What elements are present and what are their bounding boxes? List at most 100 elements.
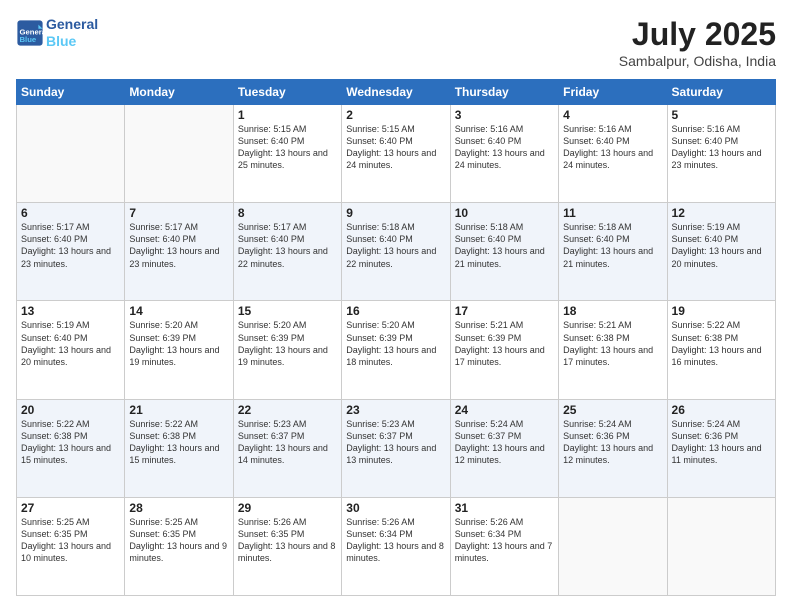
calendar-cell: 12Sunrise: 5:19 AM Sunset: 6:40 PM Dayli…	[667, 203, 775, 301]
day-number: 16	[346, 304, 445, 318]
day-info: Sunrise: 5:16 AM Sunset: 6:40 PM Dayligh…	[563, 123, 662, 172]
logo-text-blue: Blue	[46, 33, 98, 50]
day-number: 20	[21, 403, 120, 417]
week-row-4: 20 Sunrise: 5:22 AM Sunset: 6:38 PM Dayli…	[17, 399, 776, 497]
week-row-3: 13Sunrise: 5:19 AM Sunset: 6:40 PM Dayli…	[17, 301, 776, 399]
day-number: 10	[455, 206, 554, 220]
calendar-cell: 27Sunrise: 5:25 AM Sunset: 6:35 PM Dayli…	[17, 497, 125, 595]
calendar-header-row: SundayMondayTuesdayWednesdayThursdayFrid…	[17, 80, 776, 105]
calendar-cell: 22Sunrise: 5:23 AM Sunset: 6:37 PM Dayli…	[233, 399, 341, 497]
logo-icon: General Blue	[16, 19, 44, 47]
day-number: 2	[346, 108, 445, 122]
day-number: 4	[563, 108, 662, 122]
header-day-saturday: Saturday	[667, 80, 775, 105]
week-row-1: 1Sunrise: 5:15 AM Sunset: 6:40 PM Daylig…	[17, 105, 776, 203]
title-section: July 2025 Sambalpur, Odisha, India	[619, 16, 776, 69]
calendar-table: SundayMondayTuesdayWednesdayThursdayFrid…	[16, 79, 776, 596]
day-info: Sunrise: 5:26 AM Sunset: 6:34 PM Dayligh…	[455, 516, 554, 565]
calendar-cell: 18Sunrise: 5:21 AM Sunset: 6:38 PM Dayli…	[559, 301, 667, 399]
calendar-cell: 15Sunrise: 5:20 AM Sunset: 6:39 PM Dayli…	[233, 301, 341, 399]
day-number: 19	[672, 304, 771, 318]
calendar-cell: 4Sunrise: 5:16 AM Sunset: 6:40 PM Daylig…	[559, 105, 667, 203]
header-day-monday: Monday	[125, 80, 233, 105]
day-info: Sunrise: 5:26 AM Sunset: 6:35 PM Dayligh…	[238, 516, 337, 565]
calendar-cell: 19Sunrise: 5:22 AM Sunset: 6:38 PM Dayli…	[667, 301, 775, 399]
day-info: Sunrise: 5:25 AM Sunset: 6:35 PM Dayligh…	[21, 516, 120, 565]
day-info: Sunrise: 5:17 AM Sunset: 6:40 PM Dayligh…	[21, 221, 120, 270]
week-row-2: 6Sunrise: 5:17 AM Sunset: 6:40 PM Daylig…	[17, 203, 776, 301]
day-number: 26	[672, 403, 771, 417]
day-info: Sunrise: 5:15 AM Sunset: 6:40 PM Dayligh…	[346, 123, 445, 172]
day-number: 29	[238, 501, 337, 515]
calendar-cell: 6Sunrise: 5:17 AM Sunset: 6:40 PM Daylig…	[17, 203, 125, 301]
day-info: Sunrise: 5:17 AM Sunset: 6:40 PM Dayligh…	[129, 221, 228, 270]
header-day-tuesday: Tuesday	[233, 80, 341, 105]
calendar-cell: 29Sunrise: 5:26 AM Sunset: 6:35 PM Dayli…	[233, 497, 341, 595]
day-info: Sunrise: 5:24 AM Sunset: 6:36 PM Dayligh…	[563, 418, 662, 467]
calendar-cell	[17, 105, 125, 203]
day-info: Sunrise: 5:19 AM Sunset: 6:40 PM Dayligh…	[672, 221, 771, 270]
svg-text:Blue: Blue	[20, 35, 37, 44]
calendar-cell: 21Sunrise: 5:22 AM Sunset: 6:38 PM Dayli…	[125, 399, 233, 497]
header: General Blue General Blue July 2025 Samb…	[16, 16, 776, 69]
header-day-sunday: Sunday	[17, 80, 125, 105]
calendar-cell: 3Sunrise: 5:16 AM Sunset: 6:40 PM Daylig…	[450, 105, 558, 203]
day-info: Sunrise: 5:25 AM Sunset: 6:35 PM Dayligh…	[129, 516, 228, 565]
day-info: Sunrise: 5:15 AM Sunset: 6:40 PM Dayligh…	[238, 123, 337, 172]
calendar-cell: 24Sunrise: 5:24 AM Sunset: 6:37 PM Dayli…	[450, 399, 558, 497]
calendar-cell: 31Sunrise: 5:26 AM Sunset: 6:34 PM Dayli…	[450, 497, 558, 595]
header-day-thursday: Thursday	[450, 80, 558, 105]
day-number: 8	[238, 206, 337, 220]
day-number: 23	[346, 403, 445, 417]
day-info: Sunrise: 5:18 AM Sunset: 6:40 PM Dayligh…	[346, 221, 445, 270]
day-number: 24	[455, 403, 554, 417]
calendar-cell: 10Sunrise: 5:18 AM Sunset: 6:40 PM Dayli…	[450, 203, 558, 301]
day-number: 15	[238, 304, 337, 318]
day-info: Sunrise: 5:21 AM Sunset: 6:38 PM Dayligh…	[563, 319, 662, 368]
calendar-cell: 16Sunrise: 5:20 AM Sunset: 6:39 PM Dayli…	[342, 301, 450, 399]
day-info: Sunrise: 5:21 AM Sunset: 6:39 PM Dayligh…	[455, 319, 554, 368]
day-number: 30	[346, 501, 445, 515]
day-info: Sunrise: 5:18 AM Sunset: 6:40 PM Dayligh…	[455, 221, 554, 270]
day-number: 31	[455, 501, 554, 515]
logo: General Blue General Blue	[16, 16, 98, 50]
day-info: Sunrise: 5:24 AM Sunset: 6:36 PM Dayligh…	[672, 418, 771, 467]
calendar-cell: 28Sunrise: 5:25 AM Sunset: 6:35 PM Dayli…	[125, 497, 233, 595]
calendar-cell: 5Sunrise: 5:16 AM Sunset: 6:40 PM Daylig…	[667, 105, 775, 203]
day-info: Sunrise: 5:16 AM Sunset: 6:40 PM Dayligh…	[672, 123, 771, 172]
day-number: 3	[455, 108, 554, 122]
calendar-cell: 9Sunrise: 5:18 AM Sunset: 6:40 PM Daylig…	[342, 203, 450, 301]
calendar-cell: 8Sunrise: 5:17 AM Sunset: 6:40 PM Daylig…	[233, 203, 341, 301]
day-info: Sunrise: 5:22 AM Sunset: 6:38 PM Dayligh…	[672, 319, 771, 368]
day-info: Sunrise: 5:26 AM Sunset: 6:34 PM Dayligh…	[346, 516, 445, 565]
day-info: Sunrise: 5:20 AM Sunset: 6:39 PM Dayligh…	[238, 319, 337, 368]
day-number: 18	[563, 304, 662, 318]
day-info: Sunrise: 5:23 AM Sunset: 6:37 PM Dayligh…	[238, 418, 337, 467]
day-number: 7	[129, 206, 228, 220]
day-number: 9	[346, 206, 445, 220]
day-info: Sunrise: 5:23 AM Sunset: 6:37 PM Dayligh…	[346, 418, 445, 467]
page: General Blue General Blue July 2025 Samb…	[0, 0, 792, 612]
calendar-cell: 26Sunrise: 5:24 AM Sunset: 6:36 PM Dayli…	[667, 399, 775, 497]
day-number: 5	[672, 108, 771, 122]
day-info: Sunrise: 5:19 AM Sunset: 6:40 PM Dayligh…	[21, 319, 120, 368]
day-number: 22	[238, 403, 337, 417]
calendar-cell: 20Sunrise: 5:22 AM Sunset: 6:38 PM Dayli…	[17, 399, 125, 497]
day-info: Sunrise: 5:22 AM Sunset: 6:38 PM Dayligh…	[129, 418, 228, 467]
header-day-wednesday: Wednesday	[342, 80, 450, 105]
week-row-5: 27Sunrise: 5:25 AM Sunset: 6:35 PM Dayli…	[17, 497, 776, 595]
day-number: 13	[21, 304, 120, 318]
day-info: Sunrise: 5:18 AM Sunset: 6:40 PM Dayligh…	[563, 221, 662, 270]
day-info: Sunrise: 5:20 AM Sunset: 6:39 PM Dayligh…	[129, 319, 228, 368]
calendar-cell: 7Sunrise: 5:17 AM Sunset: 6:40 PM Daylig…	[125, 203, 233, 301]
calendar-cell	[559, 497, 667, 595]
calendar-cell: 2Sunrise: 5:15 AM Sunset: 6:40 PM Daylig…	[342, 105, 450, 203]
day-number: 21	[129, 403, 228, 417]
day-number: 28	[129, 501, 228, 515]
calendar-cell	[667, 497, 775, 595]
calendar-cell: 1Sunrise: 5:15 AM Sunset: 6:40 PM Daylig…	[233, 105, 341, 203]
day-number: 6	[21, 206, 120, 220]
calendar-cell: 17Sunrise: 5:21 AM Sunset: 6:39 PM Dayli…	[450, 301, 558, 399]
calendar-cell: 14Sunrise: 5:20 AM Sunset: 6:39 PM Dayli…	[125, 301, 233, 399]
day-info: Sunrise: 5:16 AM Sunset: 6:40 PM Dayligh…	[455, 123, 554, 172]
